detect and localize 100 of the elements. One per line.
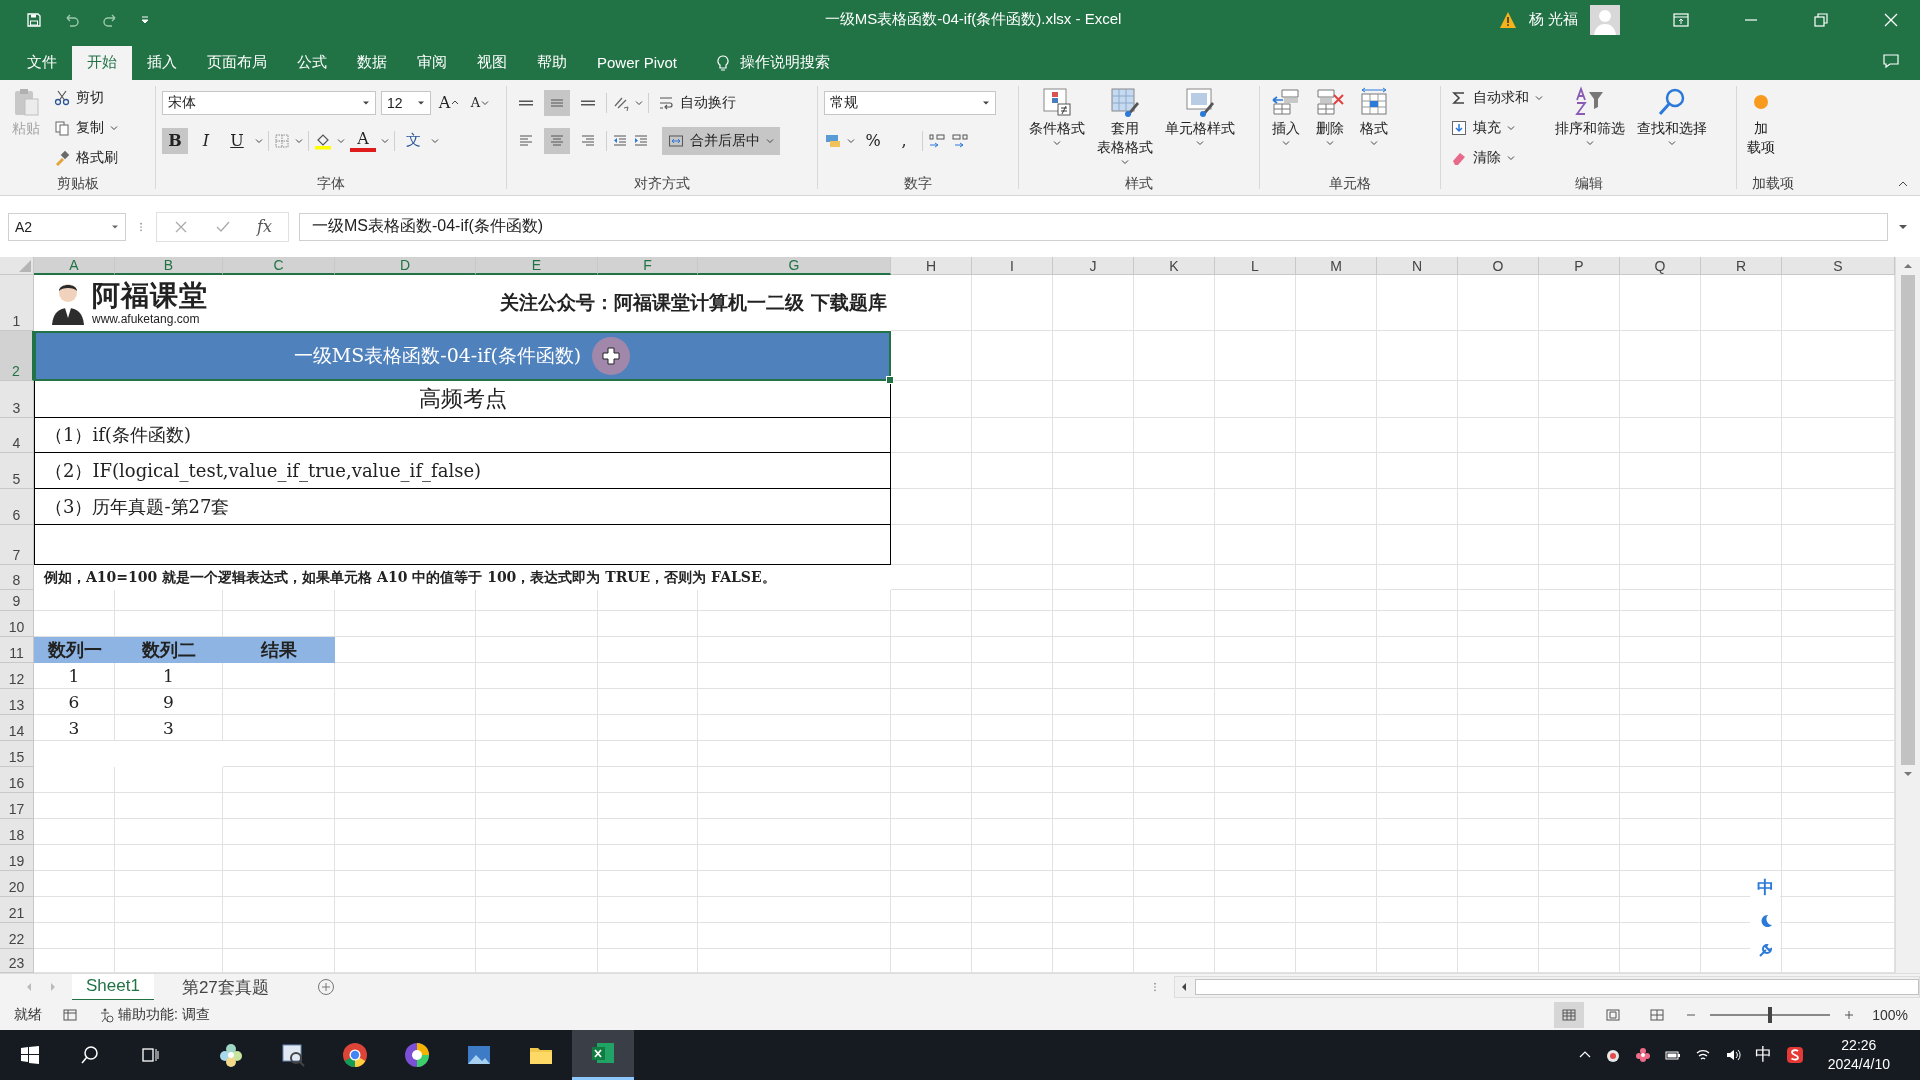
font-style-button[interactable]: U — [224, 127, 250, 154]
ribbon-tab[interactable]: 开始 — [72, 45, 132, 80]
column-header[interactable]: H — [891, 257, 972, 276]
row-header[interactable]: 8 — [0, 565, 34, 591]
row-header[interactable]: 1 — [0, 275, 34, 332]
cells-button[interactable]: 插入 — [1266, 83, 1306, 149]
ribbon-tab[interactable]: 页面布局 — [192, 45, 282, 80]
ribbon-tab[interactable]: 文件 — [12, 45, 72, 80]
user-name[interactable]: 杨 光福 — [1528, 10, 1578, 30]
volume-icon[interactable] — [1724, 1047, 1741, 1063]
copy-button[interactable]: 复制 — [50, 113, 122, 142]
column-header[interactable]: G — [698, 257, 891, 276]
comma-button[interactable]: , — [891, 127, 917, 154]
autosum-button[interactable]: 自动求和 — [1447, 83, 1547, 112]
vertical-align-button[interactable] — [544, 89, 570, 116]
accessibility-status[interactable]: 辅助功能: 调查 — [98, 1006, 210, 1025]
cut-button[interactable]: 剪切 — [50, 83, 122, 112]
row-header[interactable]: 9 — [0, 590, 34, 612]
row-header[interactable]: 14 — [0, 715, 34, 742]
zoom-thumb[interactable] — [1768, 1007, 1772, 1024]
increase-indent-icon[interactable] — [633, 132, 649, 149]
number-format-field[interactable]: 常规 — [824, 90, 996, 115]
row-header[interactable]: 7 — [0, 525, 34, 566]
tray-app-icon[interactable] — [1785, 1046, 1804, 1064]
horizontal-align-button[interactable] — [544, 127, 570, 154]
ribbon-tab[interactable]: Power Pivot — [582, 45, 693, 80]
search-icon[interactable] — [80, 1045, 100, 1065]
ribbon-tab[interactable]: 帮助 — [522, 45, 582, 80]
font-family-field[interactable]: 宋体 — [162, 90, 376, 115]
row-header[interactable]: 10 — [0, 611, 34, 638]
column-header[interactable]: M — [1296, 257, 1377, 276]
style-button[interactable]: 条件格式 — [1025, 83, 1089, 149]
caret-icon[interactable] — [381, 136, 389, 145]
row-header[interactable]: 19 — [0, 845, 34, 872]
title-cell[interactable]: 一级MS表格函数-04-if(条件函数) — [34, 331, 891, 382]
column-header[interactable]: B — [115, 257, 223, 276]
editing-button[interactable]: 排序和筛选 — [1551, 83, 1629, 149]
vertical-scrollbar[interactable] — [1895, 257, 1920, 974]
row-header[interactable]: 12 — [0, 663, 34, 690]
row-header[interactable]: 2 — [0, 331, 34, 382]
percent-button[interactable]: % — [860, 127, 886, 154]
taskbar-app[interactable] — [572, 1030, 634, 1080]
font-style-button[interactable]: B — [162, 127, 188, 154]
column-header[interactable]: J — [1053, 257, 1134, 276]
save-icon[interactable] — [26, 11, 42, 28]
column-header[interactable]: I — [972, 257, 1053, 276]
format-painter-button[interactable]: 格式刷 — [50, 143, 122, 172]
column-header[interactable]: R — [1701, 257, 1782, 276]
view-button[interactable] — [1554, 1002, 1584, 1029]
start-icon[interactable] — [20, 1045, 40, 1065]
sheet-tab[interactable]: Sheet1 — [72, 973, 154, 1001]
column-header[interactable]: D — [335, 257, 476, 276]
decrease-decimal-icon[interactable] — [951, 131, 969, 150]
next-sheet-icon[interactable] — [48, 982, 58, 993]
caret-icon[interactable] — [635, 98, 643, 107]
horizontal-scrollbar[interactable] — [1174, 976, 1920, 999]
phonetic-guide-button[interactable]: 文 — [400, 127, 426, 154]
formula-field[interactable]: 一级MS表格函数-04-if(条件函数) — [298, 212, 1888, 241]
grow-font-button[interactable]: A — [436, 89, 462, 116]
tell-me-search[interactable]: 操作说明搜索 — [740, 53, 831, 73]
caret-icon[interactable] — [295, 136, 303, 145]
column-header[interactable]: E — [476, 257, 598, 276]
row-header[interactable]: 22 — [0, 923, 34, 950]
macro-record-icon[interactable] — [62, 1007, 78, 1024]
increase-decimal-icon[interactable] — [928, 131, 946, 150]
clock-time[interactable]: 22:26 — [1841, 1036, 1877, 1055]
name-box[interactable]: A2 — [8, 212, 126, 241]
style-button[interactable]: 单元格样式 — [1161, 83, 1239, 149]
wrap-text-button[interactable]: 自动换行 — [654, 88, 740, 117]
column-header[interactable]: O — [1458, 257, 1539, 276]
restore-icon[interactable] — [1812, 10, 1830, 29]
column-header[interactable]: C — [223, 257, 335, 276]
caret-icon[interactable] — [255, 136, 263, 145]
ribbon-tab[interactable]: 审阅 — [402, 45, 462, 80]
zoom-in-icon[interactable] — [1844, 1010, 1854, 1021]
caret-icon[interactable] — [847, 136, 855, 145]
row-header[interactable]: 13 — [0, 689, 34, 716]
ribbon-display-icon[interactable] — [1672, 10, 1690, 29]
warning-icon[interactable] — [1498, 10, 1517, 29]
zoom-level[interactable]: 100% — [1868, 1007, 1908, 1024]
column-header[interactable]: P — [1539, 257, 1620, 276]
row-header[interactable]: 16 — [0, 767, 34, 794]
flower-icon[interactable] — [1634, 1047, 1651, 1063]
row-header[interactable]: 3 — [0, 381, 34, 419]
customize-icon[interactable] — [140, 14, 150, 25]
column-header[interactable]: F — [598, 257, 698, 276]
editing-button[interactable]: 查找和选择 — [1633, 83, 1711, 149]
merge-center-button[interactable]: 合并后居中 — [662, 126, 780, 155]
column-header[interactable]: K — [1134, 257, 1215, 276]
column-header[interactable]: S — [1782, 257, 1895, 276]
cells-button[interactable]: 删除 — [1310, 83, 1350, 149]
decrease-indent-icon[interactable] — [612, 132, 628, 149]
avatar-icon[interactable] — [1590, 4, 1620, 35]
font-color-button[interactable]: A — [350, 129, 376, 152]
row-header[interactable]: 15 — [0, 741, 34, 768]
style-button[interactable]: 套用 表格格式 — [1093, 83, 1157, 168]
column-header[interactable]: A — [34, 257, 115, 276]
shrink-font-button[interactable]: A — [467, 89, 493, 116]
font-style-button[interactable]: I — [193, 127, 219, 154]
ribbon-tab[interactable]: 插入 — [132, 45, 192, 80]
